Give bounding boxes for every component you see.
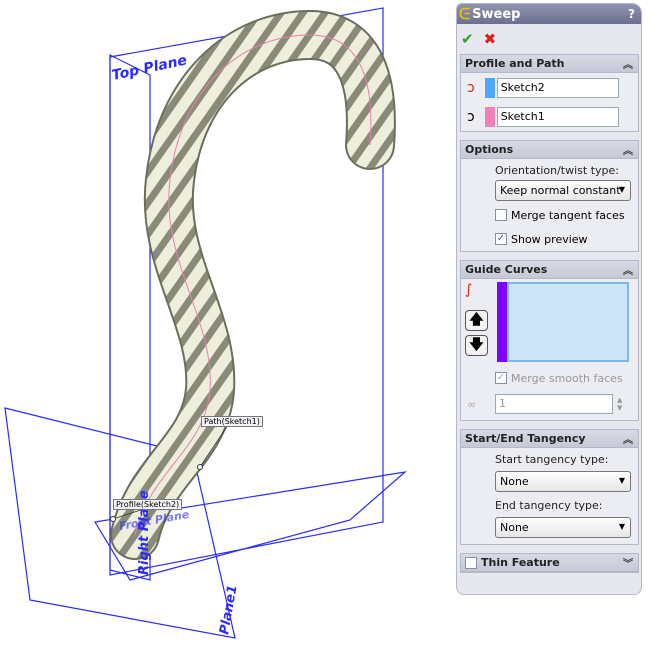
guide-count-field[interactable]: 1 <box>495 394 613 414</box>
thin-feature-group: Thin Feature ︾ <box>460 553 639 573</box>
collapse-icon: ︽ <box>623 266 633 277</box>
profile-icon: ↄ <box>467 79 475 96</box>
profile-color-swatch <box>484 77 495 98</box>
panel-title-bar: ᕮ Sweep ? <box>457 4 641 24</box>
move-down-button[interactable]: 🡇 <box>465 335 488 356</box>
model-view: Top Plane Right Plane Front Plane Plane1 <box>4 7 407 639</box>
merge-smooth-checkbox[interactable]: ✓ Merge smooth faces <box>461 366 638 390</box>
collapse-icon: ︽ <box>623 435 633 446</box>
path-color-swatch <box>484 106 495 127</box>
help-icon[interactable]: ? <box>628 7 635 21</box>
profile-callout[interactable]: Profile(Sketch2) <box>113 499 183 510</box>
check-icon[interactable]: ✔ <box>461 30 474 48</box>
profile-and-path-group: Profile and Path ︽ ↄ Sketch2 ↄ Sketch1 <box>460 54 639 132</box>
end-tangency-select[interactable]: None <box>495 517 631 538</box>
collapse-icon: ︽ <box>623 146 633 157</box>
guide-curve-icon: ∫ <box>465 282 473 298</box>
tangency-group: Start/End Tangency ︽ Start tangency type:… <box>460 429 639 545</box>
panel-title: Sweep <box>472 6 521 22</box>
sweep-icon: ᕮ <box>459 5 471 23</box>
merge-tangent-checkbox[interactable]: Merge tangent faces <box>461 203 638 227</box>
collapse-icon: ︽ <box>623 60 633 71</box>
path-field[interactable]: Sketch1 <box>496 106 619 127</box>
path-icon: ↄ <box>467 108 475 125</box>
expand-icon: ︾ <box>623 559 633 570</box>
guide-curves-list[interactable] <box>507 282 629 362</box>
path-callout[interactable]: Path(Sketch1) <box>201 416 263 427</box>
guide-curves-header[interactable]: Guide Curves ︽ <box>461 261 638 279</box>
thin-feature-header[interactable]: Thin Feature ︾ <box>461 554 638 572</box>
orientation-select[interactable]: Keep normal constant <box>495 180 631 201</box>
glasses-icon: ∞ <box>467 397 477 411</box>
profile-and-path-header[interactable]: Profile and Path ︽ <box>461 55 638 73</box>
options-header[interactable]: Options ︽ <box>461 141 638 159</box>
start-tangency-select[interactable]: None <box>495 471 631 492</box>
orientation-label: Orientation/twist type: <box>495 164 619 177</box>
tangency-header[interactable]: Start/End Tangency ︽ <box>461 430 638 448</box>
options-group: Options ︽ Orientation/twist type: Keep no… <box>460 140 639 252</box>
show-preview-checkbox[interactable]: ✓ Show preview <box>461 227 638 251</box>
start-tangency-label: Start tangency type: <box>495 453 609 466</box>
sweep-property-manager: ᕮ Sweep ? ✔ ✖ Profile and Path ︽ ↄ Sketch2… <box>456 3 642 595</box>
profile-field[interactable]: Sketch2 <box>496 77 619 98</box>
spinner-icon[interactable]: ▲ ▼ <box>617 396 622 412</box>
graphics-viewport[interactable]: Top Plane Right Plane Front Plane Plane1… <box>0 0 455 644</box>
thin-feature-checkbox[interactable] <box>465 556 477 569</box>
move-up-button[interactable]: 🡅 <box>465 310 488 331</box>
x-icon[interactable]: ✖ <box>484 30 497 48</box>
end-tangency-label: End tangency type: <box>495 499 603 512</box>
guide-curves-group: Guide Curves ︽ ∫ 🡅 🡇 ✓ Merge smooth faces … <box>460 260 639 421</box>
plane1-label: Plane1 <box>217 584 240 636</box>
